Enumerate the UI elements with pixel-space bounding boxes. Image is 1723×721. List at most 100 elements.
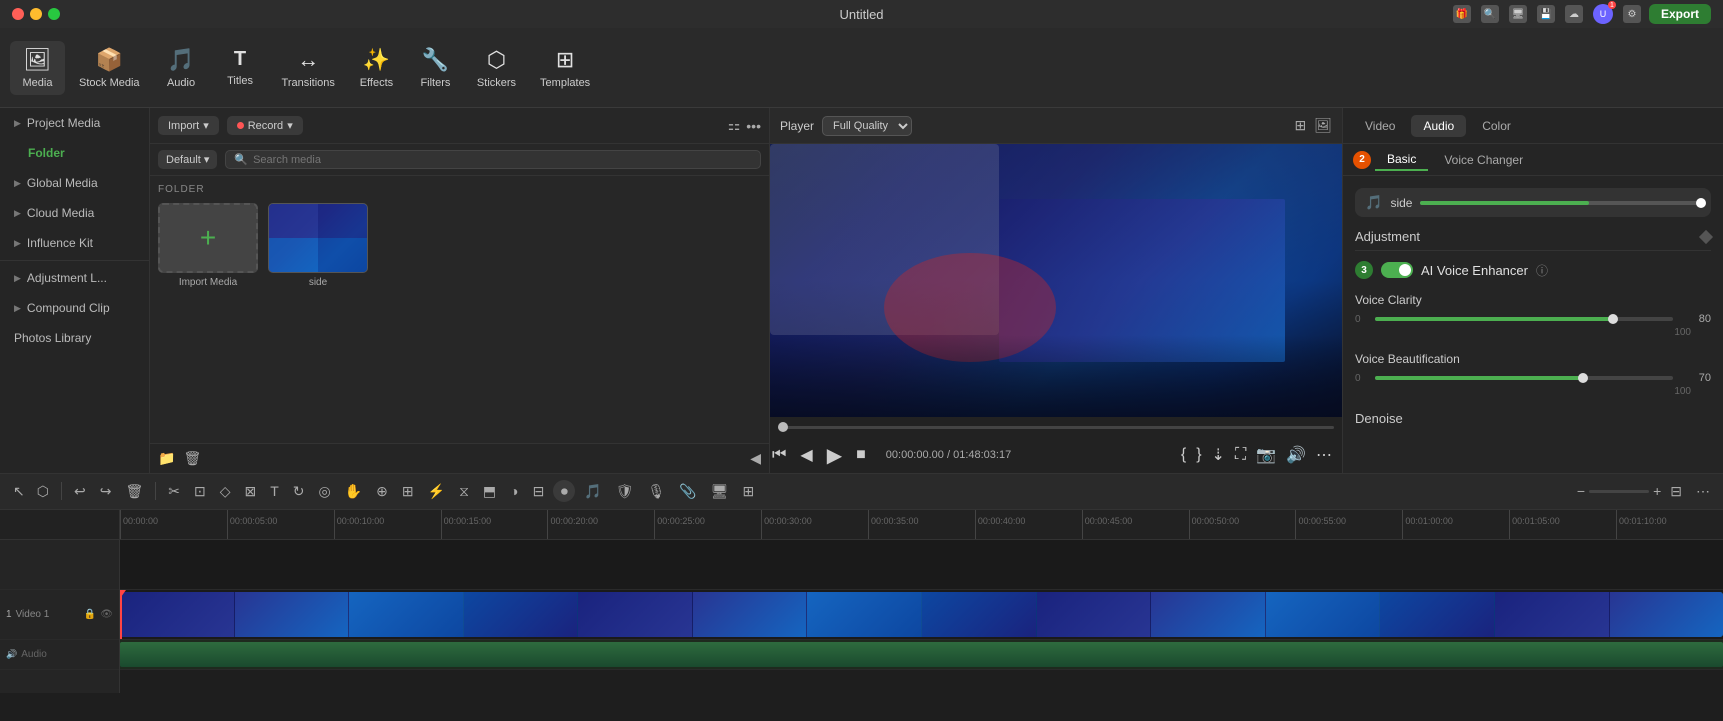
quality-select[interactable]: Full Quality1/2 Quality1/4 Quality (822, 116, 912, 136)
toolbar-item-templates[interactable]: ⊞ Templates (530, 41, 600, 95)
rotate-button[interactable]: ↻ (288, 480, 310, 503)
diamond-icon[interactable] (1699, 229, 1713, 243)
mic-btn[interactable]: 🎙 (643, 480, 671, 503)
more-icon[interactable]: ⋯ (1314, 443, 1334, 467)
media-item-import[interactable]: + Import Media (158, 203, 258, 288)
close-button[interactable] (12, 8, 24, 20)
monitor-icon[interactable]: 🖥 (1509, 5, 1527, 23)
cut-button[interactable]: ✂ (163, 480, 185, 503)
keyframe-button[interactable]: ◎ (314, 480, 336, 503)
hand-button[interactable]: ✋ (340, 480, 367, 503)
zoom-out-button[interactable]: − (1577, 483, 1585, 499)
view-options-button[interactable]: ⊟ (1665, 480, 1687, 503)
more-icon[interactable]: ••• (746, 117, 761, 134)
delete-button[interactable]: 🗑 (120, 480, 148, 503)
pointer-tool[interactable]: ⬡ (32, 480, 54, 503)
shield-btn[interactable]: 🛡 (611, 480, 639, 503)
grid-view-icon[interactable]: ⊞ (1294, 117, 1306, 134)
subtab-basic[interactable]: Basic (1375, 149, 1428, 171)
ripple-button[interactable]: ⊕ (371, 480, 393, 503)
record-button[interactable]: Record ▾ (227, 116, 303, 135)
volume-icon[interactable]: 🔊 (1284, 443, 1308, 467)
sidebar-item-compound-clip[interactable]: ▶ Compound Clip (0, 293, 149, 323)
toolbar-item-titles[interactable]: T Titles (213, 42, 268, 93)
tab-color[interactable]: Color (1470, 115, 1523, 137)
freeze-button[interactable]: ⊠ (239, 480, 261, 503)
minimize-button[interactable] (30, 8, 42, 20)
sidebar-item-global-media[interactable]: ▶ Global Media (0, 168, 149, 198)
remove-icon[interactable]: 🗑 (183, 450, 201, 467)
more2-button[interactable]: ◑ (505, 480, 523, 502)
fullscreen-icon[interactable]: ⛶ (1233, 443, 1248, 467)
redo-button[interactable]: ↪ (95, 480, 117, 503)
info-icon[interactable]: ⓘ (1536, 262, 1548, 279)
avatar[interactable]: U 1 (1593, 4, 1613, 24)
stop-button[interactable]: ■ (854, 444, 868, 466)
sidebar-item-influence-kit[interactable]: ▶ Influence Kit (0, 228, 149, 258)
search-icon[interactable]: 🔍 (1481, 5, 1499, 23)
zoom-in-button[interactable]: + (1653, 483, 1661, 499)
in-point-icon[interactable]: { (1179, 443, 1188, 467)
snap-button[interactable]: ⊞ (397, 480, 419, 503)
maximize-button[interactable] (48, 8, 60, 20)
toolbar-item-stock[interactable]: 📦 Stock Media (69, 41, 150, 95)
more-options-button[interactable]: ⋯ (1691, 480, 1715, 503)
sidebar-item-project-media[interactable]: ▶ Project Media (0, 108, 149, 138)
snapshot-icon[interactable]: 📷 (1254, 443, 1278, 467)
frame-back-icon[interactable]: ◀ (798, 443, 814, 467)
import-button[interactable]: Import ▾ (158, 116, 219, 135)
screen-btn[interactable]: 🖥 (706, 480, 734, 503)
more1-button[interactable]: ⬒ (478, 480, 501, 503)
split-button[interactable]: ⧖ (454, 480, 474, 503)
more3-button[interactable]: ⊟ (528, 480, 550, 503)
timeline-progress-bar[interactable] (778, 426, 1334, 429)
lock-icon[interactable]: 🔒 (84, 609, 96, 620)
insert-icon[interactable]: ⇣ (1210, 443, 1227, 467)
toolbar-item-audio[interactable]: 🎵 Audio (154, 41, 209, 95)
default-filter-button[interactable]: Default ▾ (158, 150, 217, 169)
sidebar-item-photos-library[interactable]: Photos Library (0, 323, 149, 353)
cloud-icon[interactable]: ☁ (1565, 5, 1583, 23)
text-button[interactable]: T (265, 480, 284, 502)
save-icon[interactable]: 💾 (1537, 5, 1555, 23)
add-folder-icon[interactable]: 📁 (158, 450, 175, 467)
ai-voice-toggle[interactable] (1381, 262, 1413, 278)
tab-audio[interactable]: Audio (1411, 115, 1466, 137)
speed-button[interactable]: ⚡ (423, 480, 450, 503)
toolbar-item-filters[interactable]: 🔧 Filters (408, 41, 463, 95)
collapse-icon[interactable]: ◀ (750, 450, 761, 467)
select-tool[interactable]: ↖ (8, 480, 30, 503)
crop-button[interactable]: ⊡ (189, 480, 211, 503)
search-input[interactable] (253, 154, 752, 166)
toolbar-item-media[interactable]: 🖼 Media (10, 41, 65, 95)
image-icon[interactable]: 🖼 (1314, 117, 1332, 134)
play-button[interactable]: ▶ (825, 441, 844, 470)
voice-beautification-slider[interactable] (1375, 376, 1673, 380)
import-thumb[interactable]: + (158, 203, 258, 273)
export-button[interactable]: Export (1649, 4, 1711, 24)
record-toolbar-button[interactable]: ⏺ (553, 480, 575, 502)
media-item-side[interactable]: side (268, 203, 368, 288)
video-clip[interactable] (120, 592, 1723, 637)
sidebar-item-adjustment[interactable]: ▶ Adjustment L... (0, 263, 149, 293)
clip-btn[interactable]: 📎 (674, 480, 701, 503)
skip-back-icon[interactable]: ⏮ (770, 444, 788, 466)
toolbar-item-effects[interactable]: ✨ Effects (349, 41, 404, 95)
filter-icon[interactable]: ⚏ (728, 117, 741, 134)
sidebar-item-folder[interactable]: Folder (0, 138, 149, 168)
grid-btn[interactable]: ⊞ (738, 480, 760, 503)
toolbar-item-stickers[interactable]: ⬡ Stickers (467, 41, 526, 95)
audio-btn[interactable]: 🎵 (579, 480, 606, 503)
visibility-icon[interactable]: 👁 (100, 609, 113, 620)
out-point-icon[interactable]: } (1194, 443, 1203, 467)
sidebar-item-cloud-media[interactable]: ▶ Cloud Media (0, 198, 149, 228)
voice-clarity-slider[interactable] (1375, 317, 1673, 321)
zoom-slider[interactable] (1589, 490, 1649, 493)
side-chip-slider[interactable] (1420, 201, 1701, 205)
subtab-voice-changer[interactable]: Voice Changer (1432, 150, 1535, 170)
gift-icon[interactable]: 🎁 (1453, 5, 1471, 23)
toolbar-item-transitions[interactable]: ↔ Transitions (272, 41, 345, 95)
settings-icon[interactable]: ⚙ (1623, 5, 1641, 23)
tab-video[interactable]: Video (1353, 115, 1407, 137)
undo-button[interactable]: ↩ (69, 480, 91, 503)
